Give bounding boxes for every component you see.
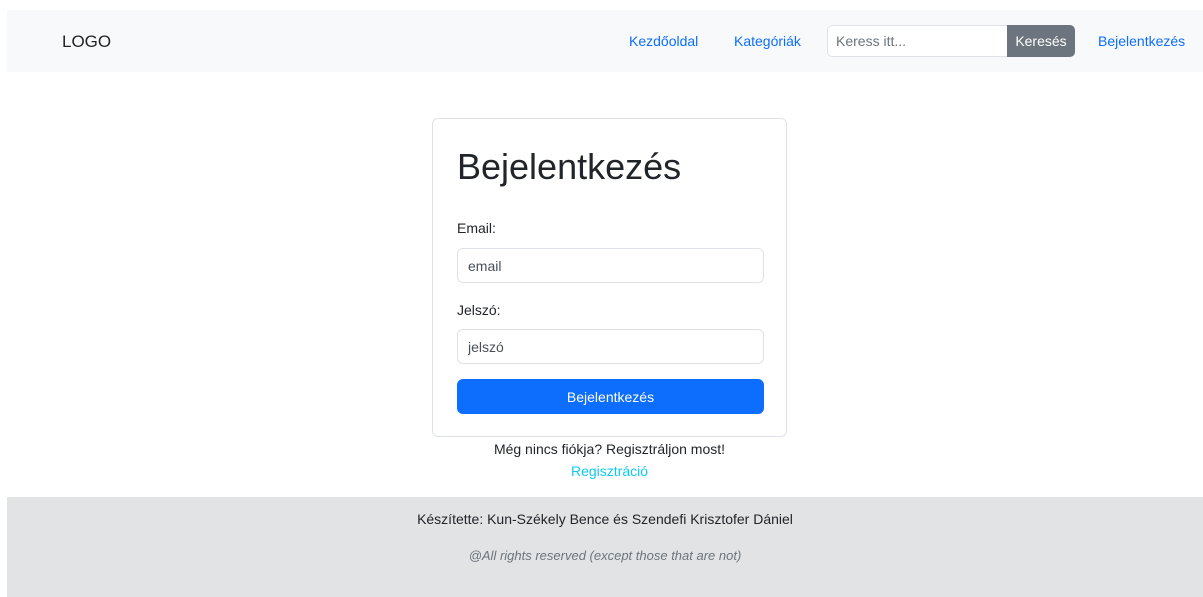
footer-credit: Készítette: Kun-Székely Bence és Szendef…	[417, 511, 793, 527]
logo[interactable]: LOGO	[62, 32, 111, 52]
password-field[interactable]	[457, 329, 764, 364]
search-input[interactable]	[827, 25, 1007, 57]
nav-link-login[interactable]: Bejelentkezés	[1098, 33, 1185, 49]
search-group: Keresés	[827, 25, 1075, 57]
footer: Készítette: Kun-Székely Bence és Szendef…	[7, 497, 1203, 597]
email-field[interactable]	[457, 248, 764, 283]
search-button[interactable]: Keresés	[1007, 25, 1075, 57]
register-prompt: Még nincs fiókja? Regisztráljon most!	[493, 441, 726, 457]
email-label: Email:	[457, 220, 496, 236]
password-label: Jelszó:	[457, 302, 501, 318]
login-title: Bejelentkezés	[457, 146, 682, 187]
navbar: LOGO Kezdőoldal Kategóriák Keresés Bejel…	[7, 10, 1203, 72]
register-link[interactable]: Regisztráció	[432, 463, 787, 479]
login-submit-button[interactable]: Bejelentkezés	[457, 379, 764, 414]
nav-link-categories[interactable]: Kategóriák	[734, 33, 801, 49]
login-card: Bejelentkezés Email: Jelszó: Bejelentkez…	[432, 118, 787, 437]
footer-rights: @All rights reserved (except those that …	[468, 548, 742, 563]
page: LOGO Kezdőoldal Kategóriák Keresés Bejel…	[0, 0, 1203, 597]
nav-link-home[interactable]: Kezdőoldal	[629, 33, 698, 49]
